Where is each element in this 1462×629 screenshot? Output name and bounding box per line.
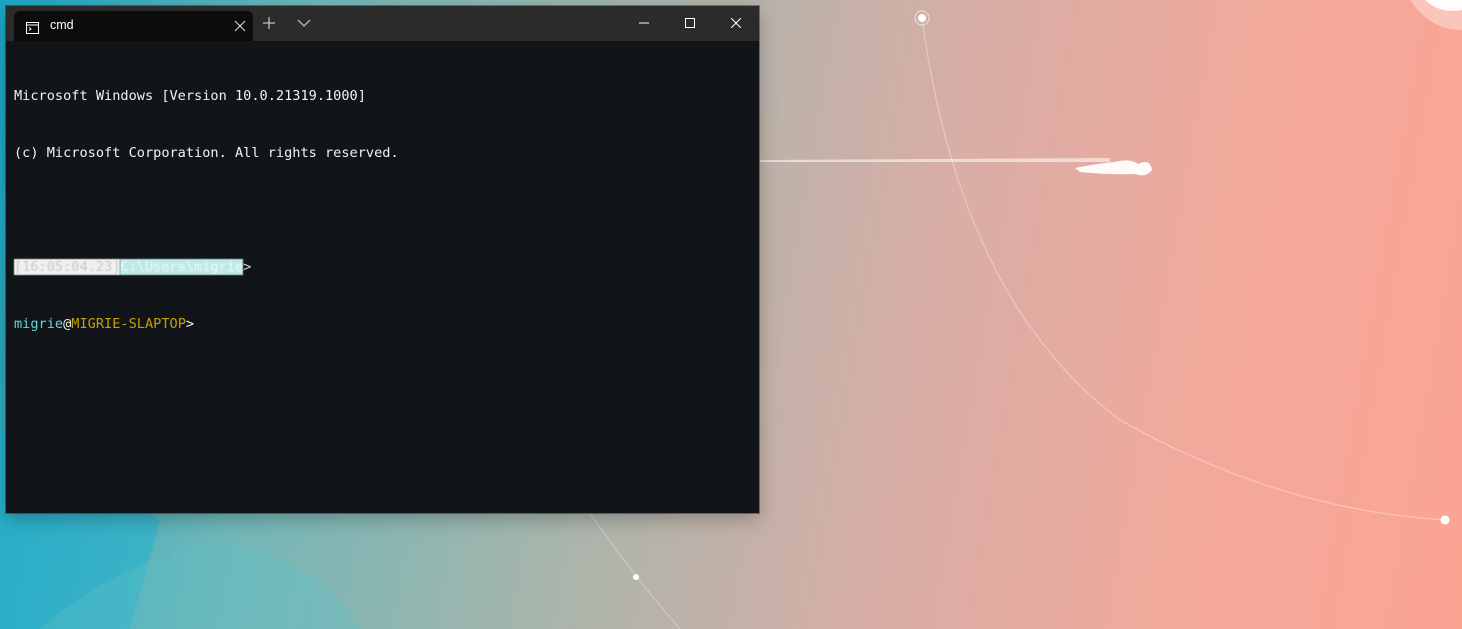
title-bar[interactable]: cmd xyxy=(6,6,759,41)
prompt-time-segment: [16:05:04.23] xyxy=(14,259,121,275)
prompt-host: MIGRIE-SLAPTOP xyxy=(71,316,186,332)
minimize-button[interactable] xyxy=(621,6,667,41)
version-line: Microsoft Windows [Version 10.0.21319.10… xyxy=(14,88,366,104)
maximize-button[interactable] xyxy=(667,6,713,41)
close-window-button[interactable] xyxy=(713,6,759,41)
close-icon[interactable] xyxy=(232,18,248,34)
chevron-down-icon[interactable] xyxy=(296,15,312,31)
terminal-window: cmd Microsoft Windows [Version 10.0.2131… xyxy=(6,6,759,513)
prompt-line-segments: [16:05:04.23]C:\Users\migrie> xyxy=(14,258,759,277)
minimize-icon xyxy=(639,22,649,24)
terminal-icon xyxy=(26,19,39,34)
maximize-icon xyxy=(685,18,695,28)
tab-title: cmd xyxy=(50,18,74,32)
prompt-terminator: > xyxy=(185,316,195,332)
close-icon xyxy=(731,18,741,28)
plus-icon[interactable] xyxy=(261,15,277,31)
terminal-output[interactable]: Microsoft Windows [Version 10.0.21319.10… xyxy=(6,41,759,513)
prompt-line-user: migrie@MIGRIE-SLAPTOP> xyxy=(14,315,759,334)
tab-cmd[interactable]: cmd xyxy=(14,11,253,41)
prompt-user: migrie xyxy=(14,316,64,332)
prompt-terminator: > xyxy=(243,259,252,275)
copyright-line: (c) Microsoft Corporation. All rights re… xyxy=(14,145,399,161)
prompt-path-segment: C:\Users\migrie xyxy=(120,259,244,275)
